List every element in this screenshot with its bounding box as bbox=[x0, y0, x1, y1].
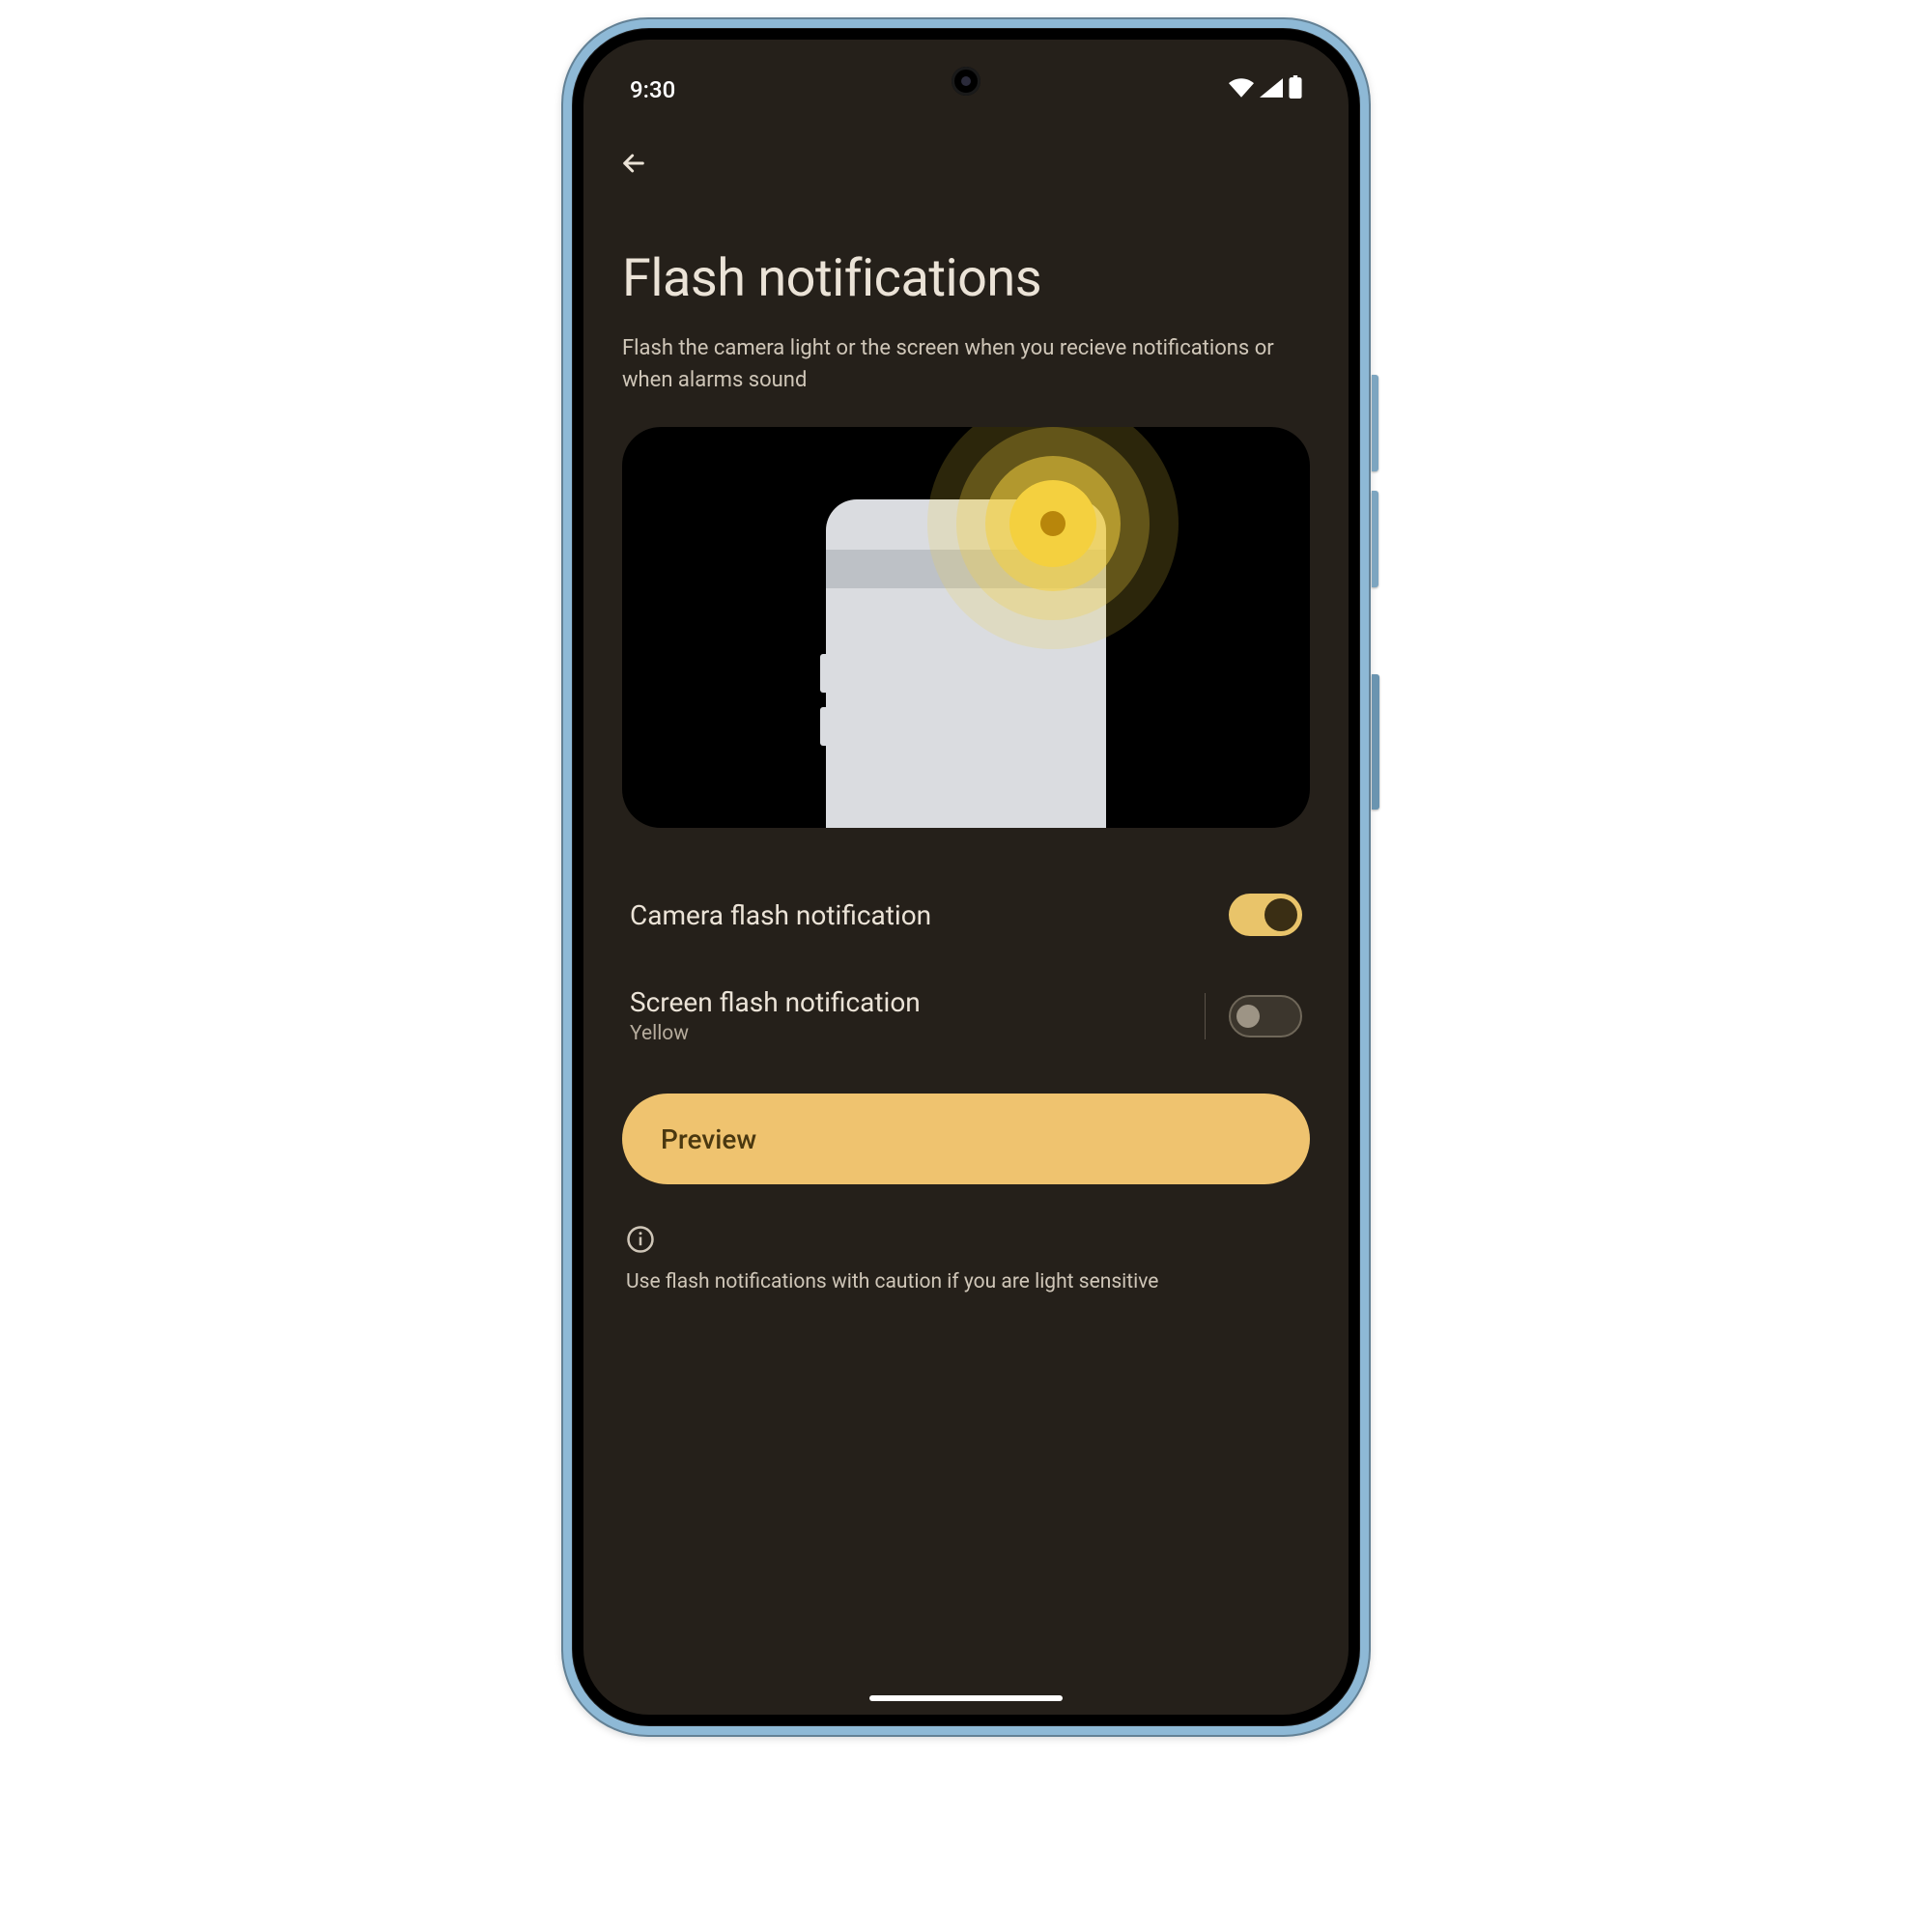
battery-icon bbox=[1289, 75, 1302, 104]
power-button[interactable] bbox=[1372, 674, 1379, 810]
page-subtitle: Flash the camera light or the screen whe… bbox=[622, 332, 1310, 396]
screen-flash-setting-row[interactable]: Screen flash notification Yellow bbox=[622, 961, 1310, 1070]
screen: 9:30 Flash bbox=[583, 40, 1349, 1715]
screen-flash-label: Screen flash notification bbox=[630, 986, 1205, 1018]
navigation-handle[interactable] bbox=[869, 1695, 1063, 1701]
front-camera-icon bbox=[952, 67, 980, 96]
preview-button-label: Preview bbox=[661, 1123, 756, 1155]
app-bar bbox=[583, 113, 1349, 190]
camera-flash-label: Camera flash notification bbox=[630, 899, 1229, 931]
status-time: 9:30 bbox=[630, 76, 675, 103]
caution-text: Use flash notifications with caution if … bbox=[626, 1267, 1306, 1298]
info-icon bbox=[626, 1225, 655, 1254]
flash-illustration bbox=[622, 427, 1310, 828]
setting-divider bbox=[1205, 993, 1206, 1039]
preview-button[interactable]: Preview bbox=[622, 1094, 1310, 1184]
back-button[interactable] bbox=[611, 140, 657, 186]
volume-down-button[interactable] bbox=[1372, 491, 1378, 587]
volume-up-button[interactable] bbox=[1372, 375, 1378, 471]
content-area: Flash notifications Flash the camera lig… bbox=[583, 190, 1349, 1715]
screen-flash-color-value: Yellow bbox=[630, 1022, 1205, 1045]
phone-device-frame: 9:30 Flash bbox=[561, 17, 1371, 1737]
phone-bezel: 9:30 Flash bbox=[572, 28, 1360, 1726]
page-title: Flash notifications bbox=[622, 248, 1310, 309]
camera-flash-setting-row[interactable]: Camera flash notification bbox=[622, 868, 1310, 961]
wifi-icon bbox=[1229, 76, 1254, 103]
screen-flash-toggle[interactable] bbox=[1229, 995, 1302, 1037]
camera-flash-toggle[interactable] bbox=[1229, 894, 1302, 936]
caution-block: Use flash notifications with caution if … bbox=[622, 1225, 1310, 1298]
signal-icon bbox=[1260, 76, 1283, 103]
